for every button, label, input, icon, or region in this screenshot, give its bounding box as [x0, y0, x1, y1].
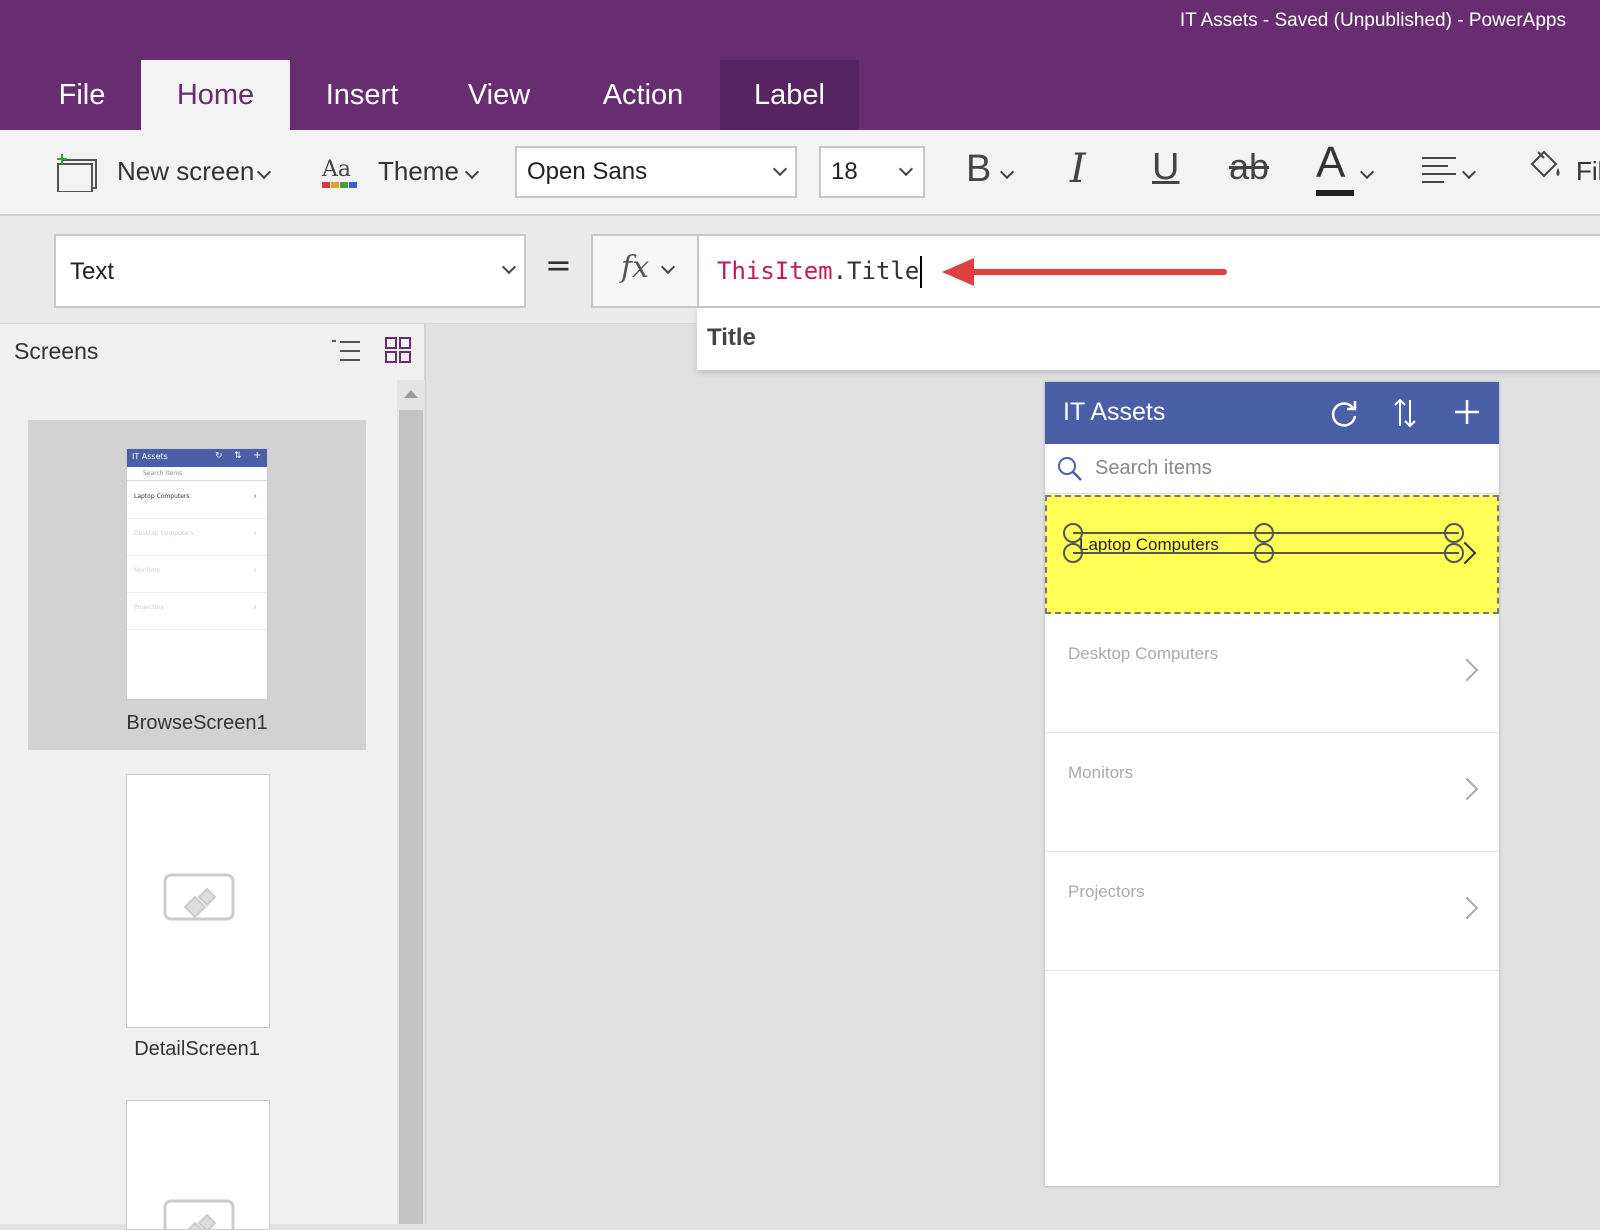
tab-view[interactable]: View — [456, 60, 542, 130]
scroll-thumb[interactable] — [399, 410, 423, 1224]
fill-label[interactable]: Fil — [1576, 156, 1600, 187]
thumbnail-title: IT Assets — [132, 452, 168, 461]
fx-button[interactable]: fx — [591, 234, 699, 308]
formula-member: .Title — [832, 257, 920, 285]
chevron-down-icon — [898, 161, 914, 177]
strikethrough-button[interactable]: ab — [1229, 146, 1269, 188]
ribbon-toolbar: New screen Aa Theme Open Sans 18 B I U a… — [0, 130, 1600, 216]
list-item[interactable]: Laptop Computers — [1045, 495, 1499, 614]
scroll-up-icon[interactable] — [404, 390, 418, 398]
text-caret — [920, 256, 923, 288]
underline-button[interactable]: U — [1152, 146, 1179, 189]
chevron-down-icon — [501, 259, 517, 275]
window-title: IT Assets - Saved (Unpublished) - PowerA… — [1179, 10, 1566, 31]
thumbnail-row: Monitors › — [127, 556, 267, 593]
intellisense-suggestion[interactable]: Title — [697, 308, 1600, 370]
add-icon: + — [253, 450, 262, 461]
item-title-label: Desktop Computers — [1068, 644, 1219, 663]
fill-bucket-icon[interactable] — [1524, 146, 1564, 186]
search-input[interactable]: Search items — [1095, 457, 1212, 480]
tab-file[interactable]: File — [40, 60, 124, 130]
screen-name: DetailScreen1 — [134, 1038, 260, 1060]
screen-thumbnail — [126, 1100, 270, 1230]
app-canvas[interactable]: IT Assets Search items Laptop Computers — [1045, 382, 1499, 1186]
screen-card-3[interactable] — [28, 1100, 366, 1230]
property-value: Text — [70, 258, 115, 285]
thumbnail-header: IT Assets ↻ ⇅ + — [127, 449, 267, 467]
chevron-right-icon[interactable] — [1455, 777, 1479, 801]
chevron-down-icon[interactable] — [256, 164, 272, 180]
screen-name: BrowseScreen1 — [126, 712, 268, 734]
formula-keyword: ThisItem — [717, 257, 833, 285]
screens-panel: Screens IT Assets ↻ ⇅ + Search items Lap… — [0, 324, 426, 1230]
tab-insert[interactable]: Insert — [314, 60, 410, 130]
tab-home[interactable]: Home — [141, 60, 290, 130]
chevron-down-icon — [772, 161, 788, 177]
sort-icon[interactable] — [1393, 396, 1417, 430]
screens-scrollbar[interactable] — [397, 380, 425, 1224]
thumbnail-row: Desktop Computers › — [127, 519, 267, 556]
bold-button[interactable]: B — [966, 148, 991, 191]
screens-panel-title: Screens — [14, 338, 99, 364]
chevron-right-icon[interactable] — [1455, 896, 1479, 920]
align-icon[interactable] — [1420, 154, 1458, 190]
tab-label[interactable]: Label — [720, 60, 859, 130]
font-color-swatch — [1316, 190, 1354, 196]
screen-card-detailscreen1[interactable]: DetailScreen1 — [28, 774, 366, 1074]
font-size-value: 18 — [831, 158, 858, 185]
screen-card-browsescreen1[interactable]: IT Assets ↻ ⇅ + Search items Laptop Comp… — [28, 420, 366, 750]
suggestion-item[interactable]: Title — [707, 324, 756, 352]
list-item[interactable]: Desktop Computers — [1045, 614, 1499, 733]
selection-handles[interactable] — [1059, 523, 1469, 567]
app-header-title: IT Assets — [1063, 398, 1166, 426]
theme-icon[interactable]: Aa — [320, 152, 360, 192]
new-screen-button[interactable] — [56, 152, 100, 193]
search-icon — [1058, 457, 1082, 481]
form-placeholder-icon — [163, 1199, 235, 1229]
thumbnail-search: Search items — [127, 467, 267, 481]
app-header: IT Assets — [1045, 382, 1499, 444]
chevron-right-icon[interactable] — [1455, 658, 1479, 682]
search-bar[interactable]: Search items — [1045, 444, 1499, 494]
refresh-icon[interactable] — [1329, 398, 1359, 428]
chevron-down-icon[interactable] — [464, 164, 480, 180]
chevron-down-icon[interactable] — [999, 164, 1015, 180]
new-screen-icon — [57, 154, 97, 193]
refresh-icon: ↻ — [215, 451, 223, 461]
font-size-select[interactable]: 18 — [819, 146, 925, 198]
chevron-down-icon — [660, 259, 676, 275]
grid-view-icon[interactable] — [384, 336, 412, 364]
item-title-label: Projectors — [1068, 882, 1145, 901]
thumbnail-row: Projectors › — [127, 593, 267, 630]
sort-icon: ⇅ — [234, 451, 242, 461]
theme-label[interactable]: Theme — [378, 156, 459, 187]
list-item[interactable]: Projectors — [1045, 852, 1499, 971]
chevron-down-icon[interactable] — [1461, 164, 1477, 180]
add-icon[interactable] — [1453, 398, 1481, 426]
italic-button[interactable]: I — [1070, 146, 1086, 192]
font-color-button[interactable]: A — [1316, 138, 1345, 188]
list-item[interactable]: Monitors — [1045, 733, 1499, 852]
item-title-label: Monitors — [1068, 763, 1134, 782]
formula-text: ThisItem.Title — [717, 256, 923, 288]
font-family-value: Open Sans — [527, 158, 648, 185]
annotation-arrow-icon — [942, 258, 1227, 286]
thumbnail-row: Laptop Computers › — [127, 482, 267, 519]
screen-thumbnail: IT Assets ↻ ⇅ + Search items Laptop Comp… — [126, 448, 268, 700]
font-family-select[interactable]: Open Sans — [515, 146, 797, 198]
property-select[interactable]: Text — [54, 234, 526, 308]
title-bar: IT Assets - Saved (Unpublished) - PowerA… — [0, 0, 1600, 130]
new-screen-label[interactable]: New screen — [117, 156, 254, 187]
equals-sign: = — [545, 246, 572, 284]
form-placeholder-icon — [163, 873, 235, 921]
screen-thumbnail — [126, 774, 270, 1028]
chevron-down-icon[interactable] — [1359, 164, 1375, 180]
fx-icon: fx — [621, 250, 650, 285]
svg-text:Aa: Aa — [321, 157, 351, 182]
list-view-icon[interactable] — [330, 338, 362, 366]
tab-action[interactable]: Action — [591, 60, 695, 130]
